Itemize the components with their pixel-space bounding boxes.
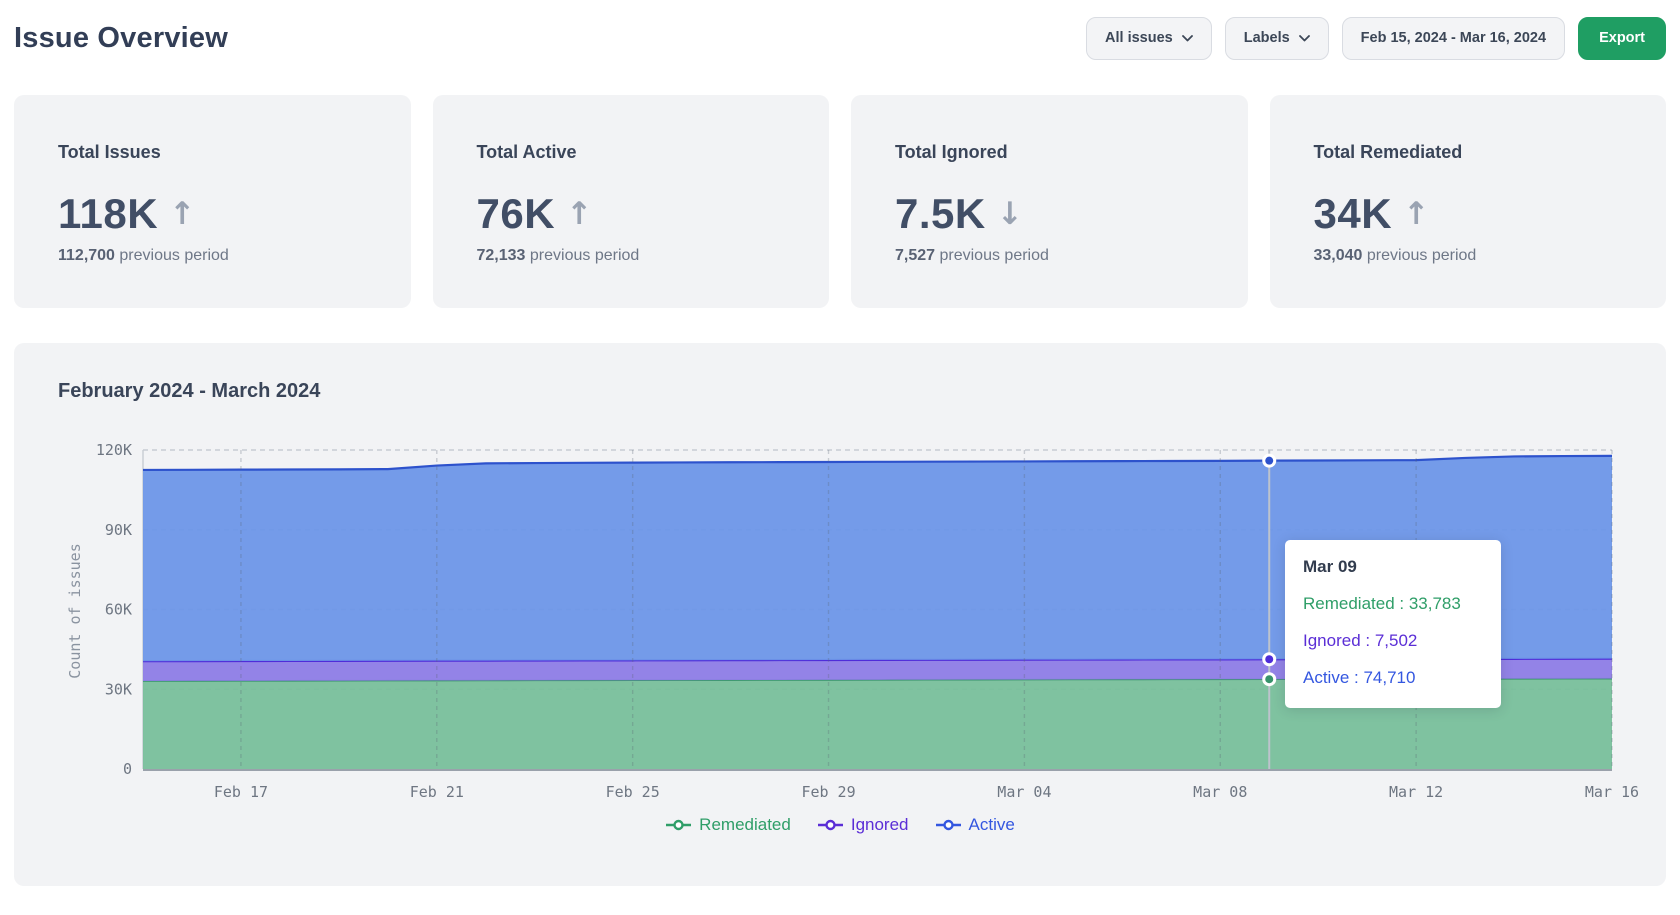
legend-item-remediated[interactable]: Remediated (665, 815, 791, 835)
previous-period-text: 33,040 previous period (1314, 247, 1623, 265)
svg-text:60K: 60K (105, 601, 132, 619)
legend-label: Ignored (851, 815, 909, 835)
svg-text:0: 0 (123, 760, 132, 778)
svg-text:90K: 90K (105, 521, 132, 539)
svg-text:Mar 12: Mar 12 (1389, 783, 1443, 801)
stat-cards-row: Total Issues 118K ↑ 112,700 previous per… (14, 95, 1666, 308)
date-range-label: Feb 15, 2024 - Mar 16, 2024 (1361, 30, 1546, 46)
legend-marker-ignored-icon (817, 819, 844, 831)
svg-text:Mar 16: Mar 16 (1585, 783, 1639, 801)
trend-up-icon: ↑ (566, 199, 592, 230)
svg-text:120K: 120K (96, 441, 132, 459)
svg-text:Feb 29: Feb 29 (801, 783, 855, 801)
issues-filter-dropdown[interactable]: All issues (1086, 17, 1212, 60)
stat-card-total-ignored: Total Ignored 7.5K ↓ 7,527 previous peri… (851, 95, 1248, 308)
svg-text:30K: 30K (105, 680, 132, 698)
header-controls: All issues Labels Feb 15, 2024 - Mar 16,… (1086, 17, 1666, 60)
legend-item-ignored[interactable]: Ignored (817, 815, 909, 835)
stat-card-value: 76K (477, 190, 556, 238)
stat-card-title: Total Issues (58, 142, 367, 163)
stat-card-title: Total Ignored (895, 142, 1204, 163)
stat-card-total-remediated: Total Remediated 34K ↑ 33,040 previous p… (1270, 95, 1667, 308)
chart-title: February 2024 - March 2024 (14, 343, 1666, 403)
legend-marker-remediated-icon (665, 819, 692, 831)
trend-up-icon: ↑ (169, 199, 195, 230)
stat-card-value: 7.5K (895, 190, 986, 238)
legend-marker-active-icon (935, 819, 962, 831)
y-axis-label: Count of issues (66, 543, 84, 678)
previous-period-text: 72,133 previous period (477, 247, 786, 265)
header: Issue Overview All issues Labels Feb 15,… (14, 15, 1666, 61)
trend-up-icon: ↑ (1403, 199, 1429, 230)
export-button[interactable]: Export (1578, 17, 1666, 60)
chevron-down-icon (1299, 35, 1310, 42)
legend-label: Active (969, 815, 1015, 835)
chart-panel: February 2024 - March 2024 Count of issu… (14, 343, 1666, 886)
tooltip-remediated-value: Remediated : 33,783 (1303, 594, 1483, 614)
svg-text:Feb 21: Feb 21 (410, 783, 464, 801)
stat-card-title: Total Remediated (1314, 142, 1623, 163)
chart-legend: Remediated Ignored Active (14, 815, 1666, 835)
stat-card-value: 34K (1314, 190, 1393, 238)
stat-card-title: Total Active (477, 142, 786, 163)
date-range-picker[interactable]: Feb 15, 2024 - Mar 16, 2024 (1342, 17, 1565, 60)
page-title: Issue Overview (14, 22, 228, 55)
stat-card-total-issues: Total Issues 118K ↑ 112,700 previous per… (14, 95, 411, 308)
chevron-down-icon (1182, 35, 1193, 42)
tooltip-date: Mar 09 (1303, 557, 1483, 577)
issues-filter-label: All issues (1105, 30, 1173, 46)
labels-filter-label: Labels (1244, 30, 1290, 46)
svg-text:Mar 04: Mar 04 (997, 783, 1051, 801)
legend-label: Remediated (699, 815, 791, 835)
legend-item-active[interactable]: Active (935, 815, 1015, 835)
stat-card-value: 118K (58, 190, 158, 238)
labels-filter-dropdown[interactable]: Labels (1225, 17, 1329, 60)
svg-text:Feb 25: Feb 25 (606, 783, 660, 801)
tooltip-ignored-value: Ignored : 7,502 (1303, 631, 1483, 651)
trend-down-icon: ↓ (997, 199, 1023, 230)
previous-period-text: 7,527 previous period (895, 247, 1204, 265)
tooltip-active-value: Active : 74,710 (1303, 668, 1483, 688)
chart-tooltip: Mar 09 Remediated : 33,783 Ignored : 7,5… (1285, 540, 1501, 708)
svg-text:Mar 08: Mar 08 (1193, 783, 1247, 801)
previous-period-text: 112,700 previous period (58, 247, 367, 265)
stat-card-total-active: Total Active 76K ↑ 72,133 previous perio… (433, 95, 830, 308)
svg-text:Feb 17: Feb 17 (214, 783, 268, 801)
